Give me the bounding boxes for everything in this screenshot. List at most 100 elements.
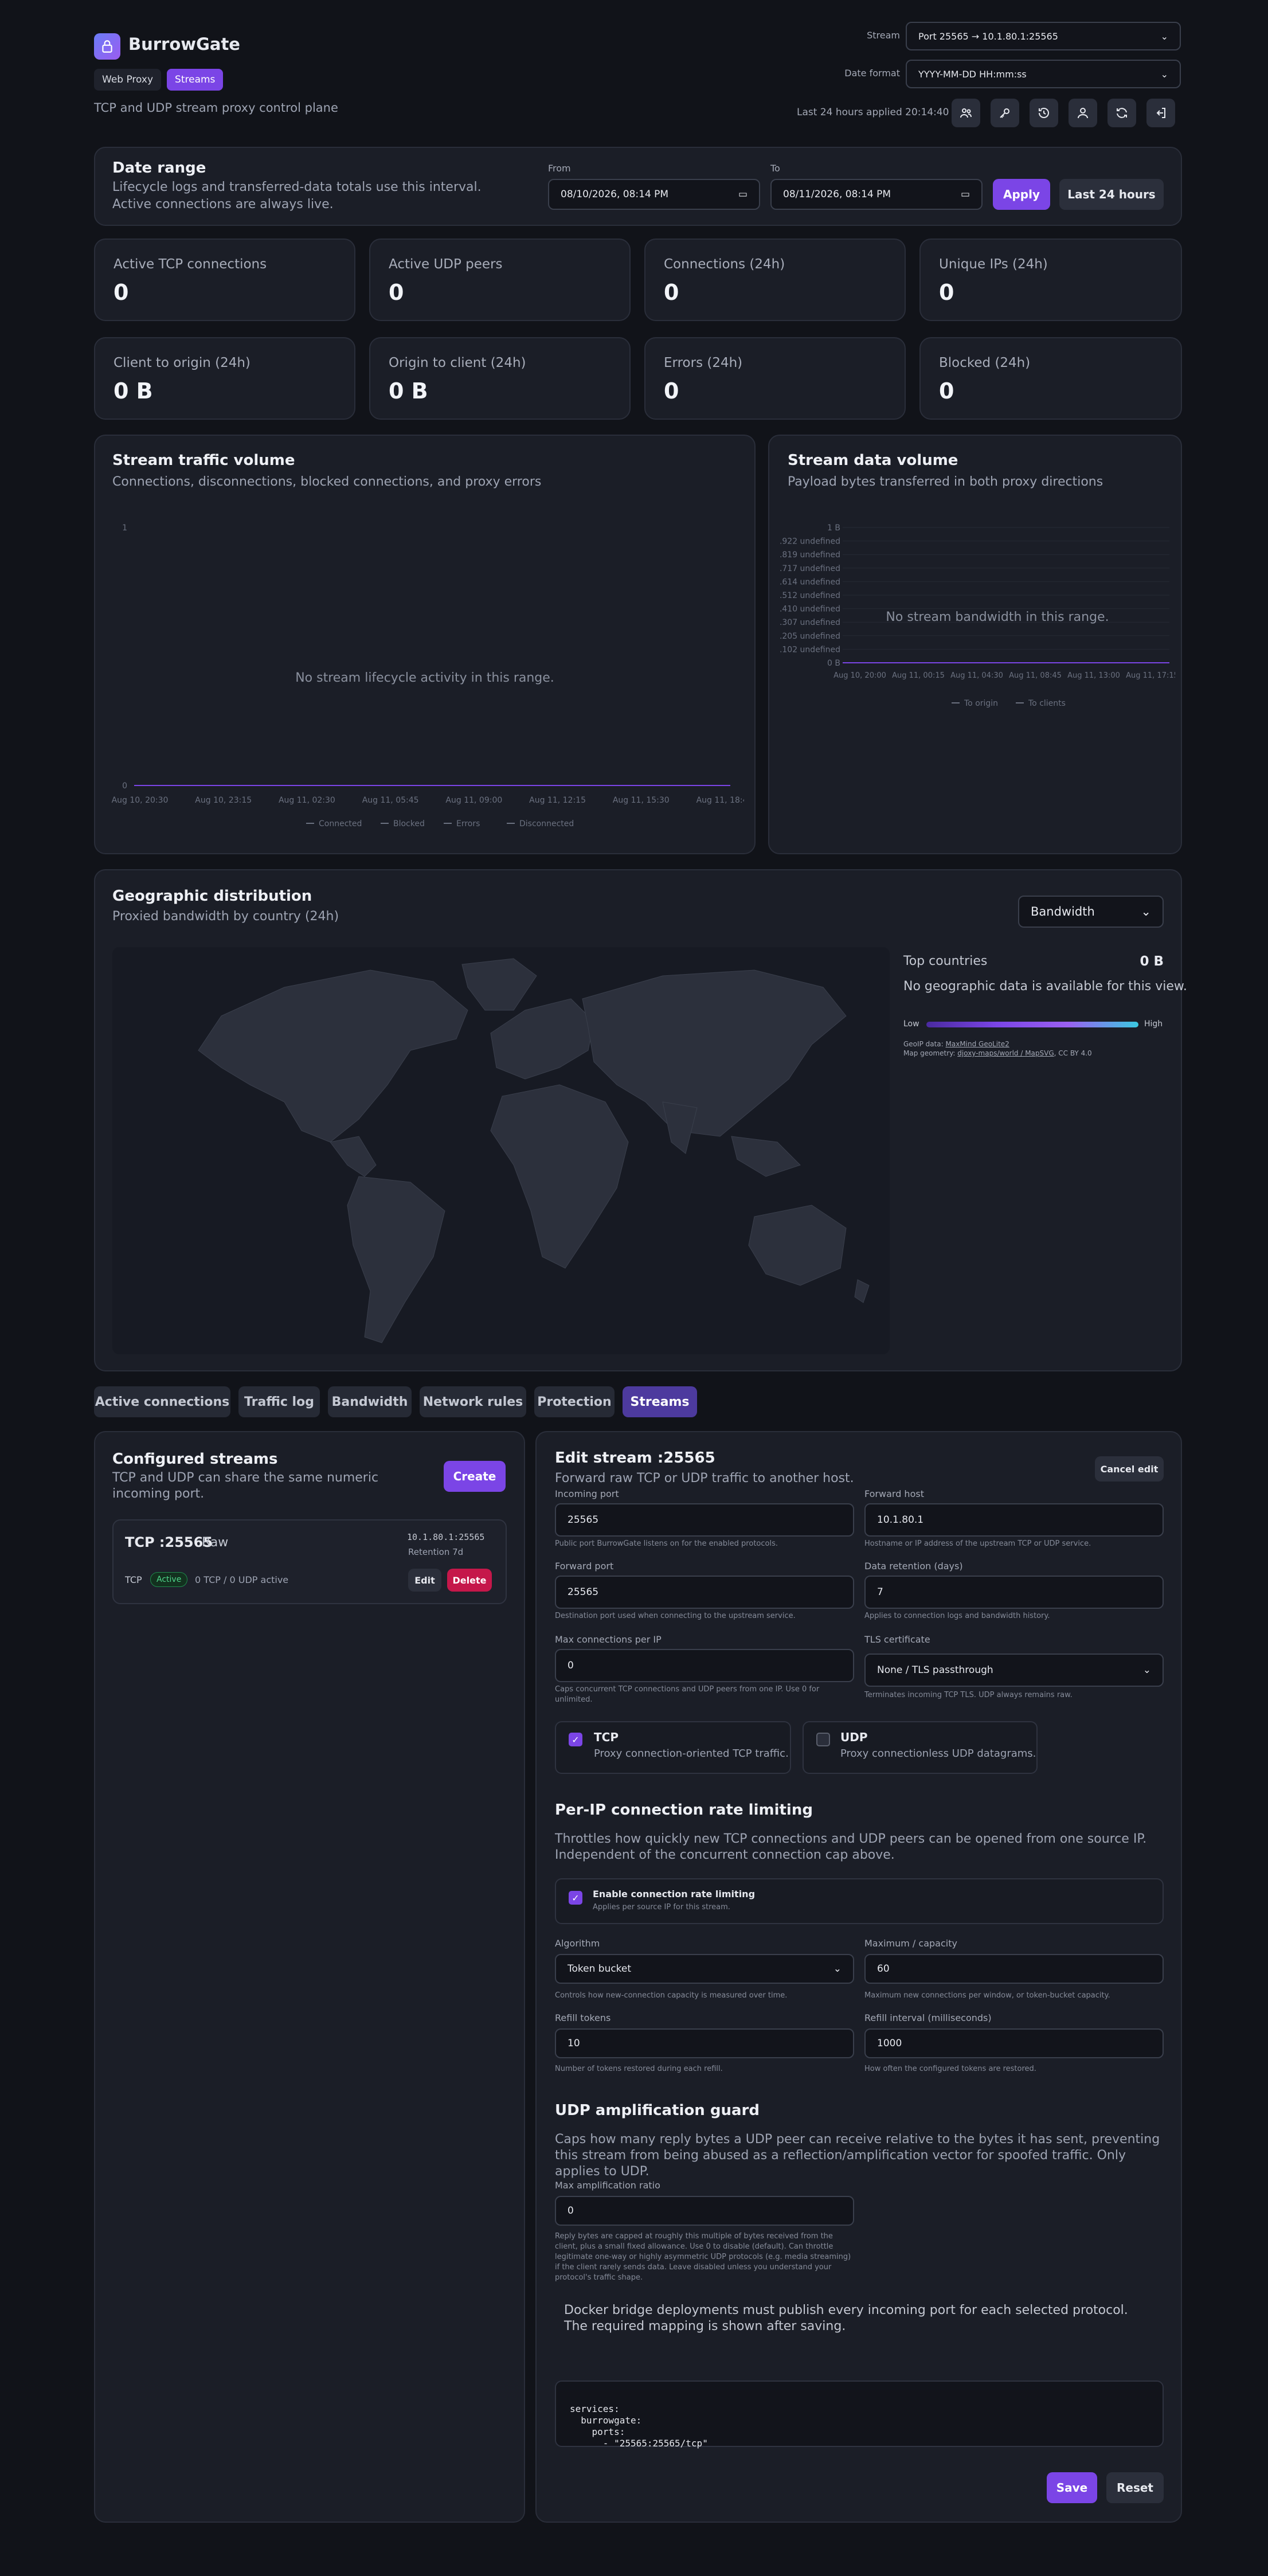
lock-icon	[102, 40, 112, 53]
logout-button[interactable]	[1146, 99, 1175, 127]
refresh-button[interactable]	[1107, 99, 1136, 127]
date-range-description: Lifecycle logs and transferred-data tota…	[112, 180, 482, 212]
from-input[interactable]: 08/10/2026, 08:14 PM ▭	[548, 179, 760, 210]
map-central-america	[330, 1136, 377, 1177]
tab-network-rules[interactable]: Network rules	[420, 1386, 526, 1417]
world-map-svg	[198, 958, 870, 1343]
stat-card: Blocked (24h) 0	[919, 337, 1182, 420]
stat-value: 0	[939, 378, 954, 404]
to-value: 08/11/2026, 08:14 PM	[783, 189, 891, 200]
to-label: To	[770, 163, 780, 174]
create-stream-button[interactable]: Create	[444, 1461, 506, 1492]
udp-checkbox[interactable]	[816, 1733, 830, 1746]
incoming-port-label: Incoming port	[555, 1488, 619, 1499]
y-tick-label: .512 undefined	[780, 591, 840, 600]
stat-value: 0	[389, 280, 404, 305]
geo-subtitle: Proxied bandwidth by country (24h)	[112, 909, 339, 924]
rate-limit-toggle[interactable]	[555, 1878, 1164, 1924]
stream-item-target: 10.1.80.1:25565	[407, 1532, 485, 1542]
geo-empty-message: No geographic data is available for this…	[903, 979, 1187, 994]
tab-web-proxy[interactable]: Web Proxy	[94, 69, 162, 91]
forward-port-input[interactable]: 25565	[555, 1576, 854, 1609]
world-map[interactable]	[112, 947, 890, 1354]
app-logo	[94, 33, 120, 60]
stream-item-mode: Raw	[202, 1535, 229, 1550]
tab-bandwidth[interactable]: Bandwidth	[328, 1386, 412, 1417]
edit-stream-button[interactable]: Edit	[408, 1569, 441, 1592]
forward-host-hint: Hostname or IP address of the upstream T…	[864, 1539, 1091, 1548]
legend-item: To clients	[1028, 699, 1066, 708]
algorithm-hint: Controls how new-connection capacity is …	[555, 1991, 788, 2000]
to-input[interactable]: 08/11/2026, 08:14 PM ▭	[770, 179, 983, 210]
tab-protection[interactable]: Protection	[534, 1386, 615, 1417]
tab-traffic-log[interactable]: Traffic log	[238, 1386, 320, 1417]
traffic-chart-empty: No stream lifecycle activity in this ran…	[295, 671, 554, 685]
stream-item-retention: Retention 7d	[408, 1547, 464, 1557]
legend-item: To origin	[964, 699, 998, 708]
map-credit-link[interactable]: djoxy-maps/world / MapSVG	[957, 1049, 1054, 1057]
map-south-america	[347, 1176, 445, 1343]
max-connections-label: Max connections per IP	[555, 1634, 662, 1645]
stat-card: Connections (24h) 0	[644, 239, 906, 321]
amplification-input[interactable]: 0	[555, 2196, 854, 2226]
account-button[interactable]	[1069, 99, 1097, 127]
stream-item-counts: 0 TCP / 0 UDP active	[195, 1574, 289, 1585]
tls-select[interactable]: None / TLS passthrough ⌄	[864, 1654, 1164, 1687]
stat-card: Unique IPs (24h) 0	[919, 239, 1182, 321]
chevron-down-icon: ⌄	[833, 1963, 842, 1975]
tcp-checkbox[interactable]: ✓	[569, 1733, 582, 1746]
udp-guard-description: Caps how many reply bytes a UDP peer can…	[555, 2132, 1160, 2179]
status-badge: Active	[150, 1572, 188, 1587]
date-format-select[interactable]: YYYY-MM-DD HH:mm:ss ⌄	[906, 60, 1181, 88]
x-tick-label: Aug 11, 18:45	[696, 796, 744, 805]
stream-select-value: Port 25565 → 10.1.80.1:25565	[918, 30, 1058, 42]
amplification-hint: Reply bytes are capped at roughly this m…	[555, 2232, 851, 2282]
retention-input[interactable]: 7	[864, 1576, 1164, 1609]
retention-label: Data retention (days)	[864, 1561, 963, 1572]
incoming-port-input[interactable]: 25565	[555, 1503, 854, 1537]
algorithm-select[interactable]: Token bucket ⌄	[555, 1954, 854, 1984]
stat-label: Connections (24h)	[664, 257, 785, 272]
cancel-edit-button[interactable]: Cancel edit	[1095, 1456, 1164, 1482]
geo-metric-select[interactable]: Bandwidth ⌄	[1018, 896, 1164, 928]
y-tick-label: .205 undefined	[780, 632, 840, 641]
map-europe	[490, 998, 594, 1080]
geoip-credit-link[interactable]: MaxMind GeoLite2	[946, 1040, 1009, 1048]
save-button[interactable]: Save	[1047, 2472, 1097, 2503]
volume-chart-title: Stream data volume	[788, 452, 958, 469]
code-line: ports:	[570, 2426, 625, 2437]
history-icon	[1039, 108, 1049, 118]
tls-label: TLS certificate	[864, 1634, 930, 1645]
map-australia	[748, 1205, 847, 1286]
tab-streams[interactable]: Streams	[167, 69, 224, 91]
refill-interval-input[interactable]: 1000	[864, 2028, 1164, 2058]
rate-limit-checkbox[interactable]: ✓	[569, 1891, 582, 1905]
refill-tokens-input[interactable]: 10	[555, 2028, 854, 2058]
max-connections-input[interactable]: 0	[555, 1649, 854, 1682]
geoip-credit-prefix: GeoIP data:	[903, 1040, 946, 1048]
last-24-hours-button[interactable]: Last 24 hours	[1059, 179, 1164, 210]
delete-stream-button[interactable]: Delete	[447, 1569, 492, 1592]
users-button[interactable]	[952, 99, 980, 127]
apply-button[interactable]: Apply	[993, 179, 1050, 210]
y-tick-label: .819 undefined	[780, 550, 840, 560]
from-label: From	[548, 163, 571, 174]
stat-card: Errors (24h) 0	[644, 337, 906, 420]
tab-active-connections[interactable]: Active connections	[94, 1386, 230, 1417]
history-button[interactable]	[1030, 99, 1058, 127]
amplification-label: Max amplification ratio	[555, 2180, 660, 2191]
tcp-description: Proxy connection-oriented TCP traffic.	[594, 1748, 789, 1760]
color-scale	[926, 1022, 1138, 1027]
reset-button[interactable]: Reset	[1106, 2472, 1164, 2503]
key-button[interactable]	[991, 99, 1019, 127]
stream-select[interactable]: Port 25565 → 10.1.80.1:25565 ⌄	[906, 22, 1181, 50]
refill-interval-label: Refill interval (milliseconds)	[864, 2012, 992, 2023]
map-new-zealand	[854, 1279, 870, 1303]
maximum-input[interactable]: 60	[864, 1954, 1164, 1984]
refresh-icon	[1117, 108, 1127, 118]
forward-host-input[interactable]: 10.1.80.1	[864, 1503, 1164, 1537]
code-line: - "25565:25565/tcp"	[570, 2438, 708, 2449]
stat-card: Active UDP peers 0	[369, 239, 631, 321]
tab-streams-main[interactable]: Streams	[623, 1386, 697, 1417]
y-tick-label: .410 undefined	[780, 605, 840, 614]
